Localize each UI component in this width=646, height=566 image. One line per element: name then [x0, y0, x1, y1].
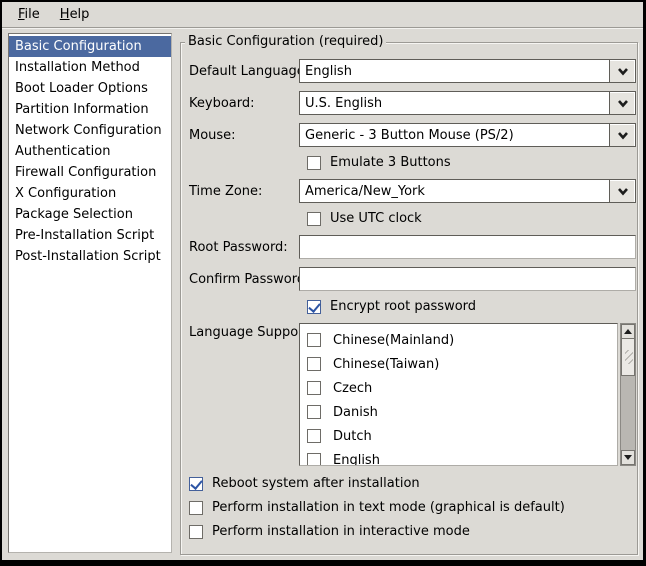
install-option[interactable]: Reboot system after installation: [189, 476, 629, 491]
sidebar-item-installation-method[interactable]: Installation Method: [9, 57, 171, 78]
install-option-label: Perform installation in interactive mode: [212, 524, 470, 539]
mouse-combo-entry[interactable]: [299, 123, 609, 147]
root-password-field[interactable]: [299, 235, 636, 259]
emulate-3-buttons-label: Emulate 3 Buttons: [330, 155, 451, 170]
keyboard-combo-entry[interactable]: [299, 91, 609, 115]
bottom-options: Reboot system after installation Perform …: [189, 476, 629, 539]
install-option-checkbox[interactable]: [189, 477, 203, 491]
group-title: Basic Configuration (required): [185, 34, 386, 49]
install-option-checkbox[interactable]: [189, 501, 203, 515]
language-support-list[interactable]: Chinese(Mainland) Chinese(Taiwan) Czech Dan…: [299, 323, 618, 466]
language-option-label: Chinese(Taiwan): [333, 357, 439, 372]
time-zone-combo-button[interactable]: [609, 179, 636, 203]
sidebar-item-authentication[interactable]: Authentication: [9, 141, 171, 162]
mouse-combo[interactable]: [299, 123, 636, 147]
install-option-label: Reboot system after installation: [212, 476, 420, 491]
language-option-label: Chinese(Mainland): [333, 333, 454, 348]
language-option-checkbox[interactable]: [307, 453, 321, 466]
time-zone-row: Time Zone:: [189, 179, 629, 203]
default-language-row: Default Language:: [189, 59, 629, 83]
sidebar-item-x-configuration[interactable]: X Configuration: [9, 183, 171, 204]
sidebar-item-boot-loader-options[interactable]: Boot Loader Options: [9, 78, 171, 99]
use-utc-option[interactable]: Use UTC clock: [307, 211, 629, 226]
sidebar-item-firewall-configuration[interactable]: Firewall Configuration: [9, 162, 171, 183]
chevron-down-icon: [617, 99, 629, 108]
language-option-label: Czech: [333, 381, 372, 396]
sidebar-item-network-configuration[interactable]: Network Configuration: [9, 120, 171, 141]
emulate-3-buttons-option[interactable]: Emulate 3 Buttons: [307, 155, 629, 170]
language-support-row: Language Support: Chinese(Mainland)Chine…: [189, 323, 629, 466]
encrypt-root-label: Encrypt root password: [330, 299, 476, 314]
mouse-row: Mouse:: [189, 123, 629, 147]
menubar: FileHelp: [2, 2, 643, 28]
sidebar-item-post-installation-script[interactable]: Post-Installation Script: [9, 246, 171, 267]
chevron-down-icon: [617, 67, 629, 76]
scrollbar-thumb[interactable]: [621, 339, 635, 376]
arrow-up-icon: [624, 329, 632, 334]
confirm-password-label: Confirm Password:: [189, 272, 299, 287]
use-utc-label: Use UTC clock: [330, 211, 422, 226]
language-option[interactable]: Danish: [300, 400, 617, 424]
language-option-checkbox[interactable]: [307, 357, 321, 371]
keyboard-label: Keyboard:: [189, 96, 299, 111]
language-list-scrollbar[interactable]: [620, 323, 636, 466]
language-support-label: Language Support:: [189, 323, 299, 340]
install-option-checkbox[interactable]: [189, 525, 203, 539]
menu-help[interactable]: Help: [50, 4, 100, 25]
keyboard-combo[interactable]: [299, 91, 636, 115]
language-option[interactable]: English: [300, 448, 617, 466]
kickstart-configurator-window: FileHelp Basic ConfigurationInstallation…: [0, 0, 646, 566]
mouse-combo-button[interactable]: [609, 123, 636, 147]
default-language-label: Default Language:: [189, 64, 299, 79]
language-option-checkbox[interactable]: [307, 333, 321, 347]
mouse-label: Mouse:: [189, 128, 299, 143]
default-language-combo-button[interactable]: [609, 59, 636, 83]
time-zone-combo-entry[interactable]: [299, 179, 609, 203]
basic-configuration-group: Basic Configuration (required) Default L…: [180, 42, 638, 555]
language-option-label: English: [333, 453, 380, 467]
language-option[interactable]: Czech: [300, 376, 617, 400]
scrollbar-up-button[interactable]: [621, 324, 635, 339]
scrollbar-track[interactable]: [621, 376, 635, 450]
language-option[interactable]: Chinese(Mainland): [300, 328, 617, 352]
category-list[interactable]: Basic ConfigurationInstallation MethodBo…: [8, 33, 172, 553]
sidebar-item-pre-installation-script[interactable]: Pre-Installation Script: [9, 225, 171, 246]
time-zone-label: Time Zone:: [189, 184, 299, 199]
chevron-down-icon: [617, 131, 629, 140]
sidebar-item-basic-configuration[interactable]: Basic Configuration: [9, 36, 171, 57]
install-option-label: Perform installation in text mode (graph…: [212, 500, 565, 515]
sidebar-item-package-selection[interactable]: Package Selection: [9, 204, 171, 225]
language-option[interactable]: Chinese(Taiwan): [300, 352, 617, 376]
root-password-label: Root Password:: [189, 240, 299, 255]
use-utc-checkbox[interactable]: [307, 212, 321, 226]
chevron-down-icon: [617, 187, 629, 196]
install-option[interactable]: Perform installation in text mode (graph…: [189, 500, 629, 515]
emulate-3-buttons-checkbox[interactable]: [307, 156, 321, 170]
encrypt-root-option[interactable]: Encrypt root password: [307, 299, 629, 314]
language-option-checkbox[interactable]: [307, 429, 321, 443]
default-language-combo-entry[interactable]: [299, 59, 609, 83]
language-option-label: Danish: [333, 405, 378, 420]
root-password-row: Root Password:: [189, 235, 629, 259]
language-option-checkbox[interactable]: [307, 381, 321, 395]
menu-file[interactable]: File: [8, 4, 50, 25]
encrypt-root-checkbox[interactable]: [307, 300, 321, 314]
arrow-down-icon: [624, 455, 632, 460]
language-option-label: Dutch: [333, 429, 372, 444]
language-option-checkbox[interactable]: [307, 405, 321, 419]
keyboard-combo-button[interactable]: [609, 91, 636, 115]
default-language-combo[interactable]: [299, 59, 636, 83]
keyboard-row: Keyboard:: [189, 91, 629, 115]
confirm-password-field[interactable]: [299, 267, 636, 291]
confirm-password-row: Confirm Password:: [189, 267, 629, 291]
sidebar-item-partition-information[interactable]: Partition Information: [9, 99, 171, 120]
install-option[interactable]: Perform installation in interactive mode: [189, 524, 629, 539]
scrollbar-down-button[interactable]: [621, 450, 635, 465]
language-option[interactable]: Dutch: [300, 424, 617, 448]
time-zone-combo[interactable]: [299, 179, 636, 203]
